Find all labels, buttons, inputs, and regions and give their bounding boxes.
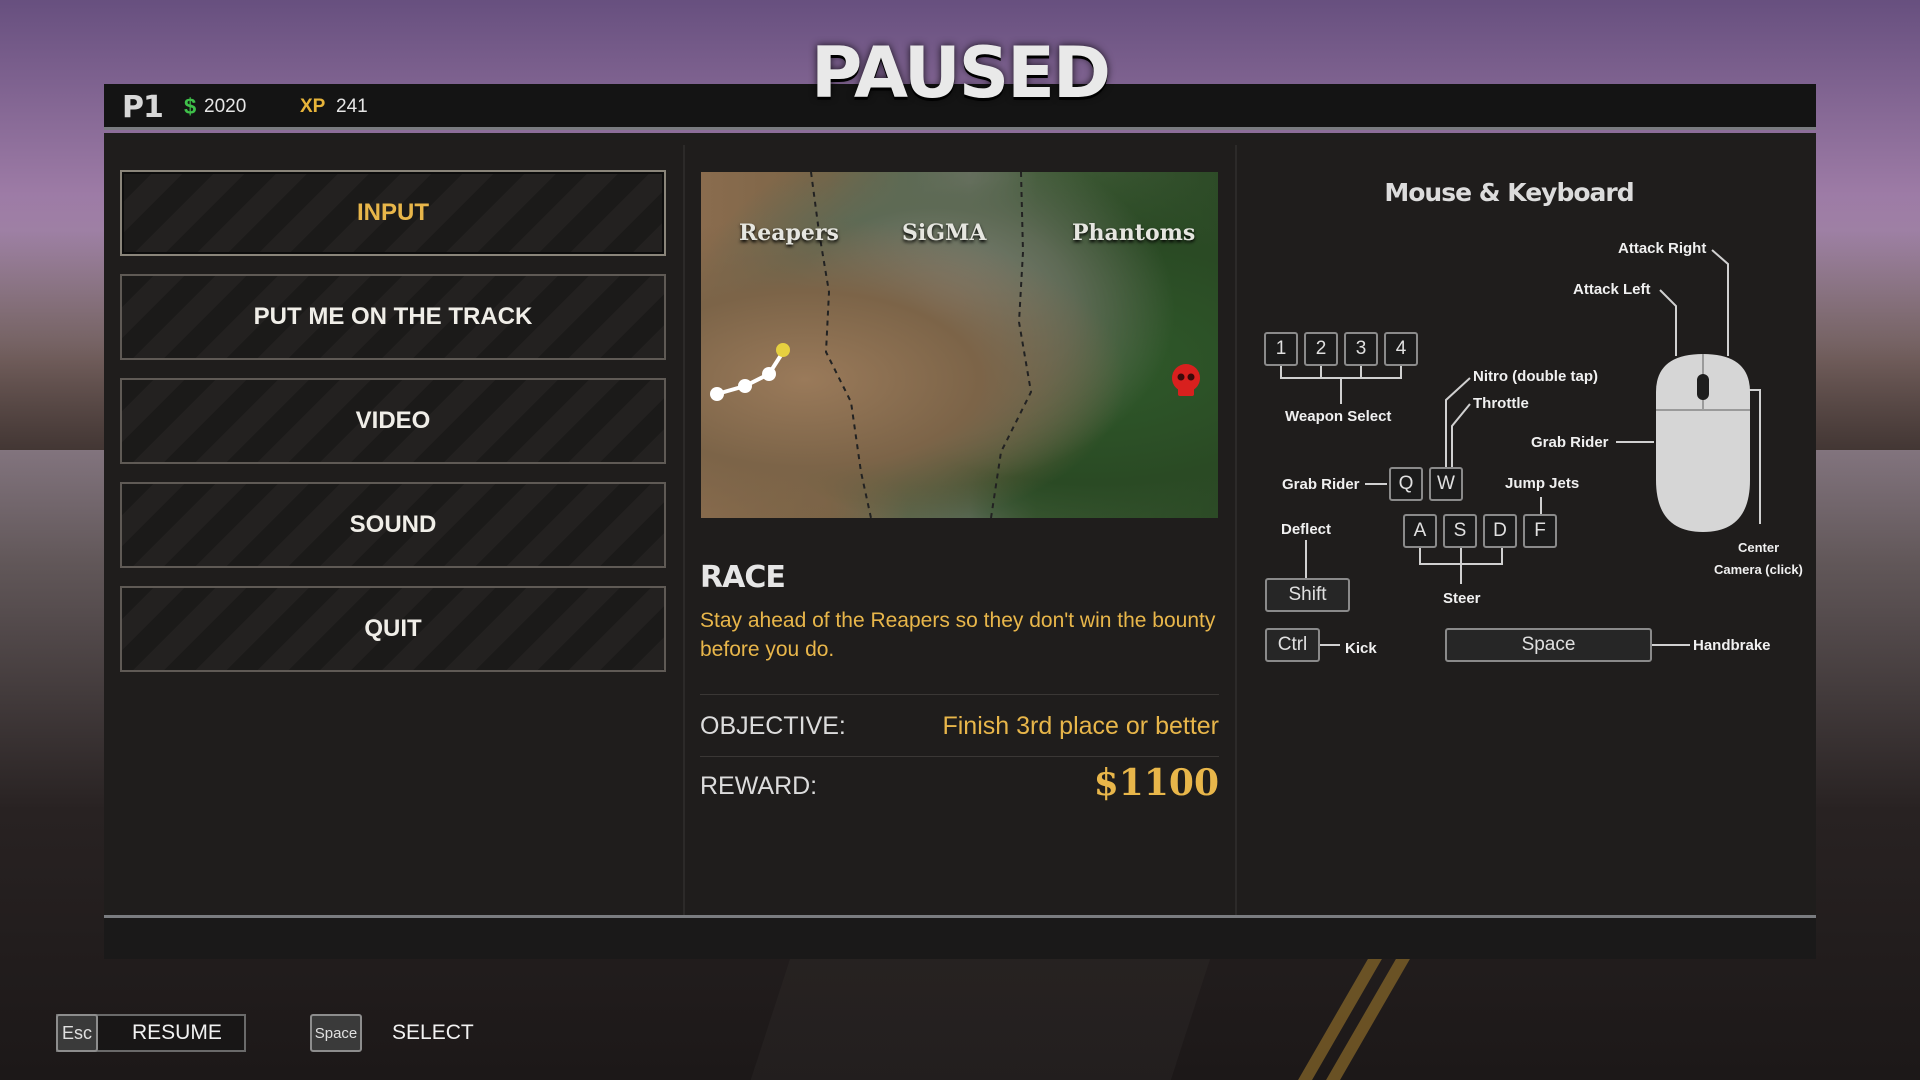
- center-camera-label: Center: [1738, 540, 1780, 555]
- esc-key: Esc: [56, 1014, 98, 1052]
- grab-rider-label: Grab Rider: [1282, 476, 1360, 493]
- key-2: 2: [1304, 332, 1338, 366]
- nitro-label: Nitro (double tap): [1473, 368, 1598, 385]
- key-f: F: [1523, 514, 1557, 548]
- deflect-label: Deflect: [1281, 521, 1332, 538]
- jump-jets-label: Jump Jets: [1505, 475, 1580, 492]
- weapon-select-label: Weapon Select: [1285, 408, 1392, 425]
- resume-label[interactable]: RESUME: [132, 1021, 222, 1045]
- key-shift: Shift: [1265, 578, 1350, 612]
- key-ctrl: Ctrl: [1265, 628, 1320, 662]
- key-3: 3: [1344, 332, 1378, 366]
- steer-label: Steer: [1443, 590, 1481, 607]
- key-s: S: [1443, 514, 1477, 548]
- panel-footer: [104, 915, 1816, 959]
- camera-click-label: Camera (click): [1714, 562, 1803, 577]
- key-q: Q: [1389, 467, 1423, 501]
- key-1: 1: [1264, 332, 1298, 366]
- key-space: Space: [1445, 628, 1652, 662]
- key-4: 4: [1384, 332, 1418, 366]
- attack-right-label: Attack Right: [1618, 240, 1707, 257]
- attack-left-label: Attack Left: [1573, 281, 1651, 298]
- key-d: D: [1483, 514, 1517, 548]
- key-a: A: [1403, 514, 1437, 548]
- key-w: W: [1429, 467, 1463, 501]
- select-label[interactable]: SELECT: [392, 1021, 474, 1045]
- mouse-icon: [1656, 354, 1750, 532]
- space-key[interactable]: Space: [310, 1014, 362, 1052]
- handbrake-label: Handbrake: [1693, 637, 1771, 654]
- throttle-label: Throttle: [1473, 395, 1529, 412]
- kick-label: Kick: [1345, 640, 1377, 657]
- grab-rider-mouse-label: Grab Rider: [1531, 434, 1609, 451]
